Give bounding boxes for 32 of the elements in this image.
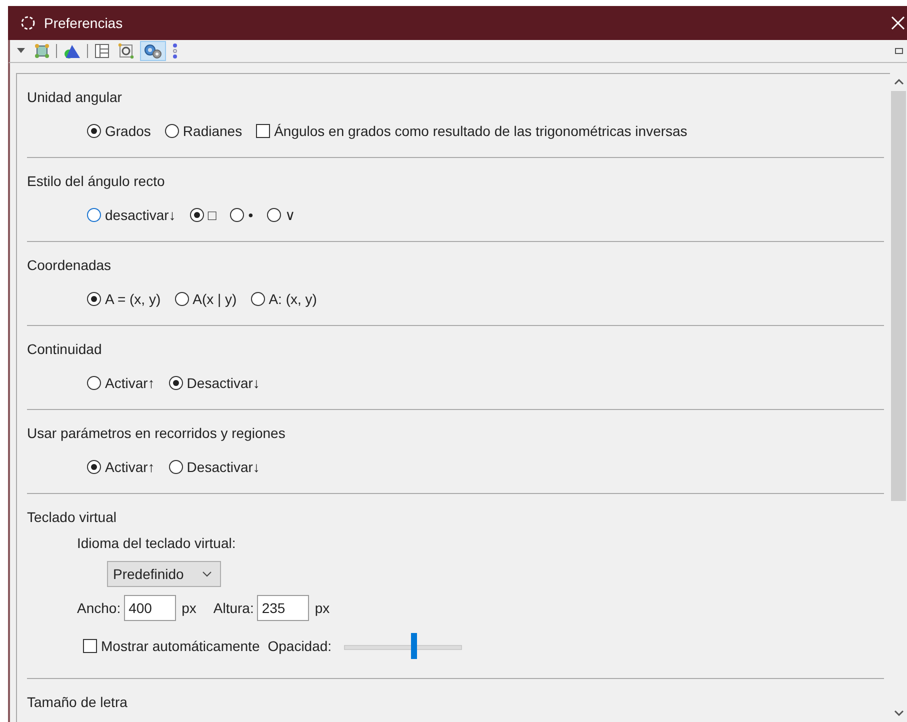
language-dropdown[interactable]: Predefinido xyxy=(107,561,221,587)
radio-option[interactable]: Desactivar↓ xyxy=(168,375,260,391)
section-title: Usar parámetros en recorridos y regiones xyxy=(27,425,286,441)
radio-option[interactable]: Activar↑ xyxy=(87,459,155,475)
section-title: Estilo del ángulo recto xyxy=(27,173,166,189)
radio-option[interactable]: ∨ xyxy=(267,207,296,223)
checkbox-option[interactable]: Ángulos en grados como resultado de las trigonométricas inversas xyxy=(256,123,688,139)
radio-option[interactable]: Desactivar↓ xyxy=(168,459,260,475)
section-title: Tamaño de letra xyxy=(27,694,128,710)
input-field[interactable]: 235 xyxy=(256,595,309,621)
field-label: Idioma del teclado virtual: xyxy=(77,535,237,551)
radio-option[interactable]: A = (x, y) xyxy=(87,291,161,307)
radio-option[interactable]: desactivar↓ xyxy=(87,207,176,223)
radio-option[interactable]: • xyxy=(230,207,254,223)
field-label: Altura: xyxy=(213,600,254,616)
radio-option[interactable]: □ xyxy=(190,207,216,223)
radio-option[interactable]: Activar↑ xyxy=(87,375,155,391)
radio-option[interactable]: Radianes xyxy=(164,123,242,139)
field-label: Ancho: xyxy=(77,600,121,616)
radio-option[interactable]: A: (x, y) xyxy=(250,291,317,307)
radio-option[interactable]: A(x | y) xyxy=(174,291,237,307)
section-title: Coordenadas xyxy=(27,257,112,273)
radio-option[interactable]: Grados xyxy=(87,123,151,139)
section-title: Continuidad xyxy=(27,341,103,357)
window-title: Preferencias xyxy=(44,15,124,31)
checkbox-option[interactable]: Mostrar automáticamente xyxy=(83,638,260,654)
section-title: Teclado virtual xyxy=(27,509,118,525)
input-field[interactable]: 400 xyxy=(124,595,176,621)
unit-label: px xyxy=(182,600,196,616)
section-title: Unidad angular xyxy=(27,89,123,105)
field-label: Opacidad: xyxy=(268,638,332,654)
unit-label: px xyxy=(314,600,330,616)
